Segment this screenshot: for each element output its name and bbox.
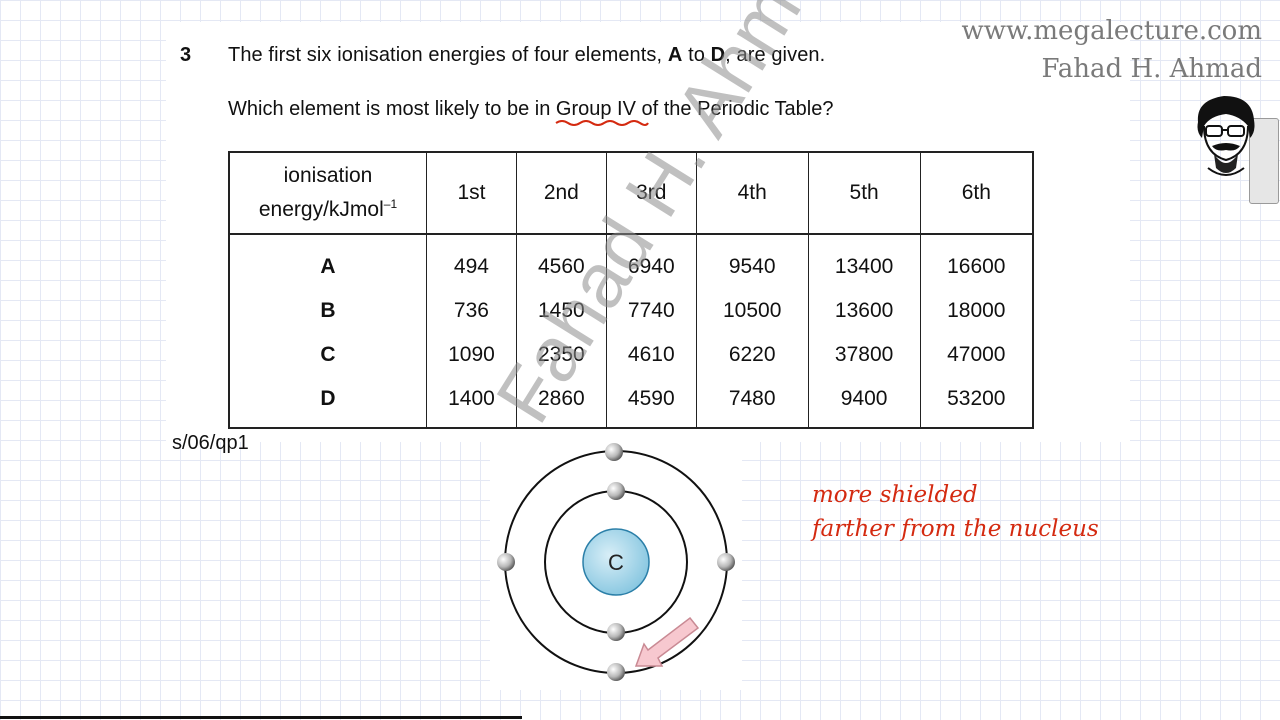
table-cell: 7480 [695,377,809,428]
table-cell: 37800 [807,333,921,377]
electron [717,553,735,571]
table-cell: 9400 [807,377,921,428]
table-cell: 53200 [919,377,1034,428]
table-cell: 9540 [695,234,809,289]
watermark-site: www.megalecture.com Fahad H. Ahmad [961,12,1262,88]
table-cell: 10500 [695,289,809,333]
column-header: 5th [807,152,921,235]
source-reference: s/06/qp1 [172,432,249,454]
carbon-atom-diagram: C [490,440,742,690]
element-label: D [228,377,427,428]
handwritten-annotation: more shielded farther from the nucleus [810,482,1099,542]
element-label: C [228,333,427,377]
group-iv-highlight: Group IV [555,98,649,126]
table-cell: 6220 [695,333,809,377]
avatar-sketch-icon [1197,96,1255,176]
table-cell: 736 [426,289,517,333]
question-number: 3 [180,44,192,66]
table-row: D 1400 2860 4590 7480 9400 53200 [228,377,1034,428]
nucleus-label: C [608,550,624,575]
table-cell: 47000 [919,333,1034,377]
table-cell: 18000 [919,289,1034,333]
note-line-1: more shielded [812,482,978,508]
electron [497,553,515,571]
site-url: www.megalecture.com [961,16,1262,46]
column-header: 6th [919,152,1034,235]
element-label: B [228,289,427,333]
element-label: A [228,234,427,289]
note-line-2: farther from the nucleus [810,516,1099,542]
header-ionisation-energy: ionisation energy/kJmol–1 [228,152,427,235]
electron [605,443,623,461]
electron [607,663,625,681]
table-row: C 1090 2350 4610 6220 37800 47000 [228,333,1034,377]
electron [607,623,625,641]
table-cell: 16600 [919,234,1034,289]
red-squiggle-underline [555,120,649,126]
arrow-icon [634,616,700,667]
electron [607,482,625,500]
column-header: 1st [426,152,517,235]
table-cell: 4610 [605,333,697,377]
table-cell: 13400 [807,234,921,289]
table-cell: 494 [426,234,517,289]
table-cell: 13600 [807,289,921,333]
author-name: Fahad H. Ahmad [1041,54,1262,84]
progress-line [0,716,522,719]
table-cell: 4590 [605,377,697,428]
